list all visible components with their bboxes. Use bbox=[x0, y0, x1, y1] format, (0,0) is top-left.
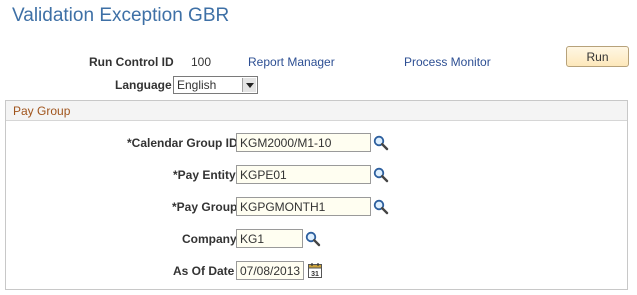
language-select-value: English bbox=[177, 78, 217, 92]
pay-group-section: Pay Group bbox=[5, 100, 628, 290]
company-value: KG1 bbox=[240, 232, 265, 246]
pay-entity-label: *Pay Entity bbox=[173, 168, 236, 182]
company-field[interactable]: KG1 bbox=[236, 229, 303, 248]
as-of-date-value: 07/08/2013 bbox=[240, 264, 301, 278]
calendar-group-lookup-icon[interactable] bbox=[373, 135, 389, 151]
chevron-down-icon[interactable] bbox=[242, 78, 256, 92]
pay-group-label: *Pay Group bbox=[172, 200, 238, 214]
pay-group-section-header: Pay Group bbox=[6, 101, 627, 121]
svg-text:31: 31 bbox=[311, 271, 319, 278]
language-label: Language bbox=[115, 78, 172, 92]
calendar-group-id-field[interactable]: KGM2000/M1-10 bbox=[236, 133, 371, 152]
as-of-date-label: As Of Date bbox=[173, 264, 235, 278]
calendar-group-id-value: KGM2000/M1-10 bbox=[240, 136, 332, 150]
report-manager-link[interactable]: Report Manager bbox=[248, 55, 335, 69]
page: Validation Exception GBR Run Control ID … bbox=[0, 0, 637, 295]
pay-group-section-title: Pay Group bbox=[13, 104, 71, 118]
pay-group-field[interactable]: KGPGMONTH1 bbox=[236, 197, 371, 216]
company-lookup-icon[interactable] bbox=[305, 231, 321, 247]
run-control-id-value: 100 bbox=[191, 55, 212, 69]
run-button[interactable]: Run bbox=[566, 46, 629, 67]
calendar-icon[interactable]: 31 bbox=[308, 263, 322, 278]
run-control-id-label: Run Control ID bbox=[89, 55, 174, 69]
company-label: Company bbox=[182, 232, 237, 246]
calendar-group-id-label: *Calendar Group ID bbox=[127, 136, 238, 150]
pay-group-value: KGPGMONTH1 bbox=[240, 200, 326, 214]
pay-entity-field[interactable]: KGPE01 bbox=[236, 165, 371, 184]
page-title: Validation Exception GBR bbox=[12, 5, 230, 26]
pay-entity-value: KGPE01 bbox=[240, 168, 287, 182]
pay-group-lookup-icon[interactable] bbox=[373, 199, 389, 215]
as-of-date-field[interactable]: 07/08/2013 bbox=[236, 261, 304, 280]
language-select[interactable]: English bbox=[173, 76, 258, 94]
process-monitor-link[interactable]: Process Monitor bbox=[404, 55, 491, 69]
pay-entity-lookup-icon[interactable] bbox=[373, 167, 389, 183]
